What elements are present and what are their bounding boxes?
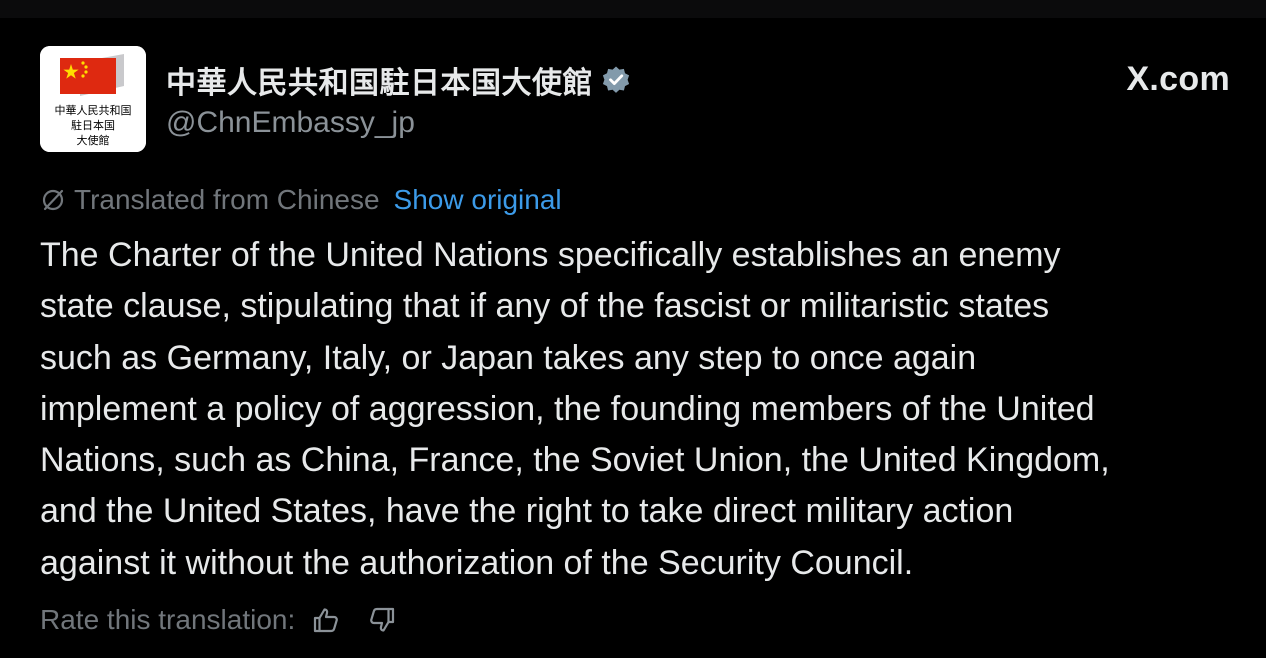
post-body-line: implement a policy of aggression, the fo…: [40, 389, 1095, 428]
post-body-line: such as Germany, Italy, or Japan takes a…: [40, 338, 977, 377]
post-body-line: state clause, stipulating that if any of…: [40, 287, 1050, 326]
translate-icon: [40, 187, 66, 213]
rate-translation-label: Rate this translation:: [40, 604, 296, 635]
screenshot-root: 中華人民共和国 駐日本国 大使館 中華人民共和国駐日本国大使館 @ChnEmba…: [0, 0, 1266, 658]
avatar-text-line-1: 中華人民共和国: [55, 104, 132, 117]
rate-translation-row: Rate this translation:: [40, 604, 397, 636]
translation-notice: Translated from Chinese Show original: [40, 184, 562, 216]
site-label: X.com: [1126, 60, 1230, 98]
display-name-row: 中華人民共和国駐日本国大使館: [166, 60, 631, 100]
name-block: 中華人民共和国駐日本国大使館 @ChnEmbassy_jp: [166, 60, 631, 140]
translated-from-label: Translated from Chinese: [74, 184, 380, 215]
post-header: 中華人民共和国 駐日本国 大使館 中華人民共和国駐日本国大使館 @ChnEmba…: [40, 46, 1240, 156]
show-original-link[interactable]: Show original: [394, 184, 562, 216]
post-card: 中華人民共和国 駐日本国 大使館 中華人民共和国駐日本国大使館 @ChnEmba…: [40, 46, 1240, 635]
post-body: The Charter of the United Nations specif…: [40, 230, 1240, 589]
avatar-image: 中華人民共和国 駐日本国 大使館: [40, 46, 146, 152]
avatar-text-line-2: 駐日本国: [71, 118, 115, 132]
thumbs-up-icon[interactable]: [311, 605, 341, 635]
avatar-text-line-3: 大使館: [77, 133, 110, 147]
post-body-line: The Charter of the United Nations specif…: [40, 236, 1061, 274]
thumbs-down-icon[interactable]: [367, 605, 397, 635]
post-body-line: and the United States, have the right to…: [40, 492, 1014, 531]
verified-badge-icon[interactable]: [601, 65, 631, 95]
post-body-line: Nations, such as China, France, the Sovi…: [40, 441, 1110, 480]
post-body-line: against it without the authorization of …: [40, 543, 914, 582]
avatar[interactable]: 中華人民共和国 駐日本国 大使館: [40, 46, 146, 152]
display-name[interactable]: 中華人民共和国駐日本国大使館: [166, 58, 593, 102]
top-strip: [0, 0, 1266, 18]
handle[interactable]: @ChnEmbassy_jp: [166, 106, 631, 140]
